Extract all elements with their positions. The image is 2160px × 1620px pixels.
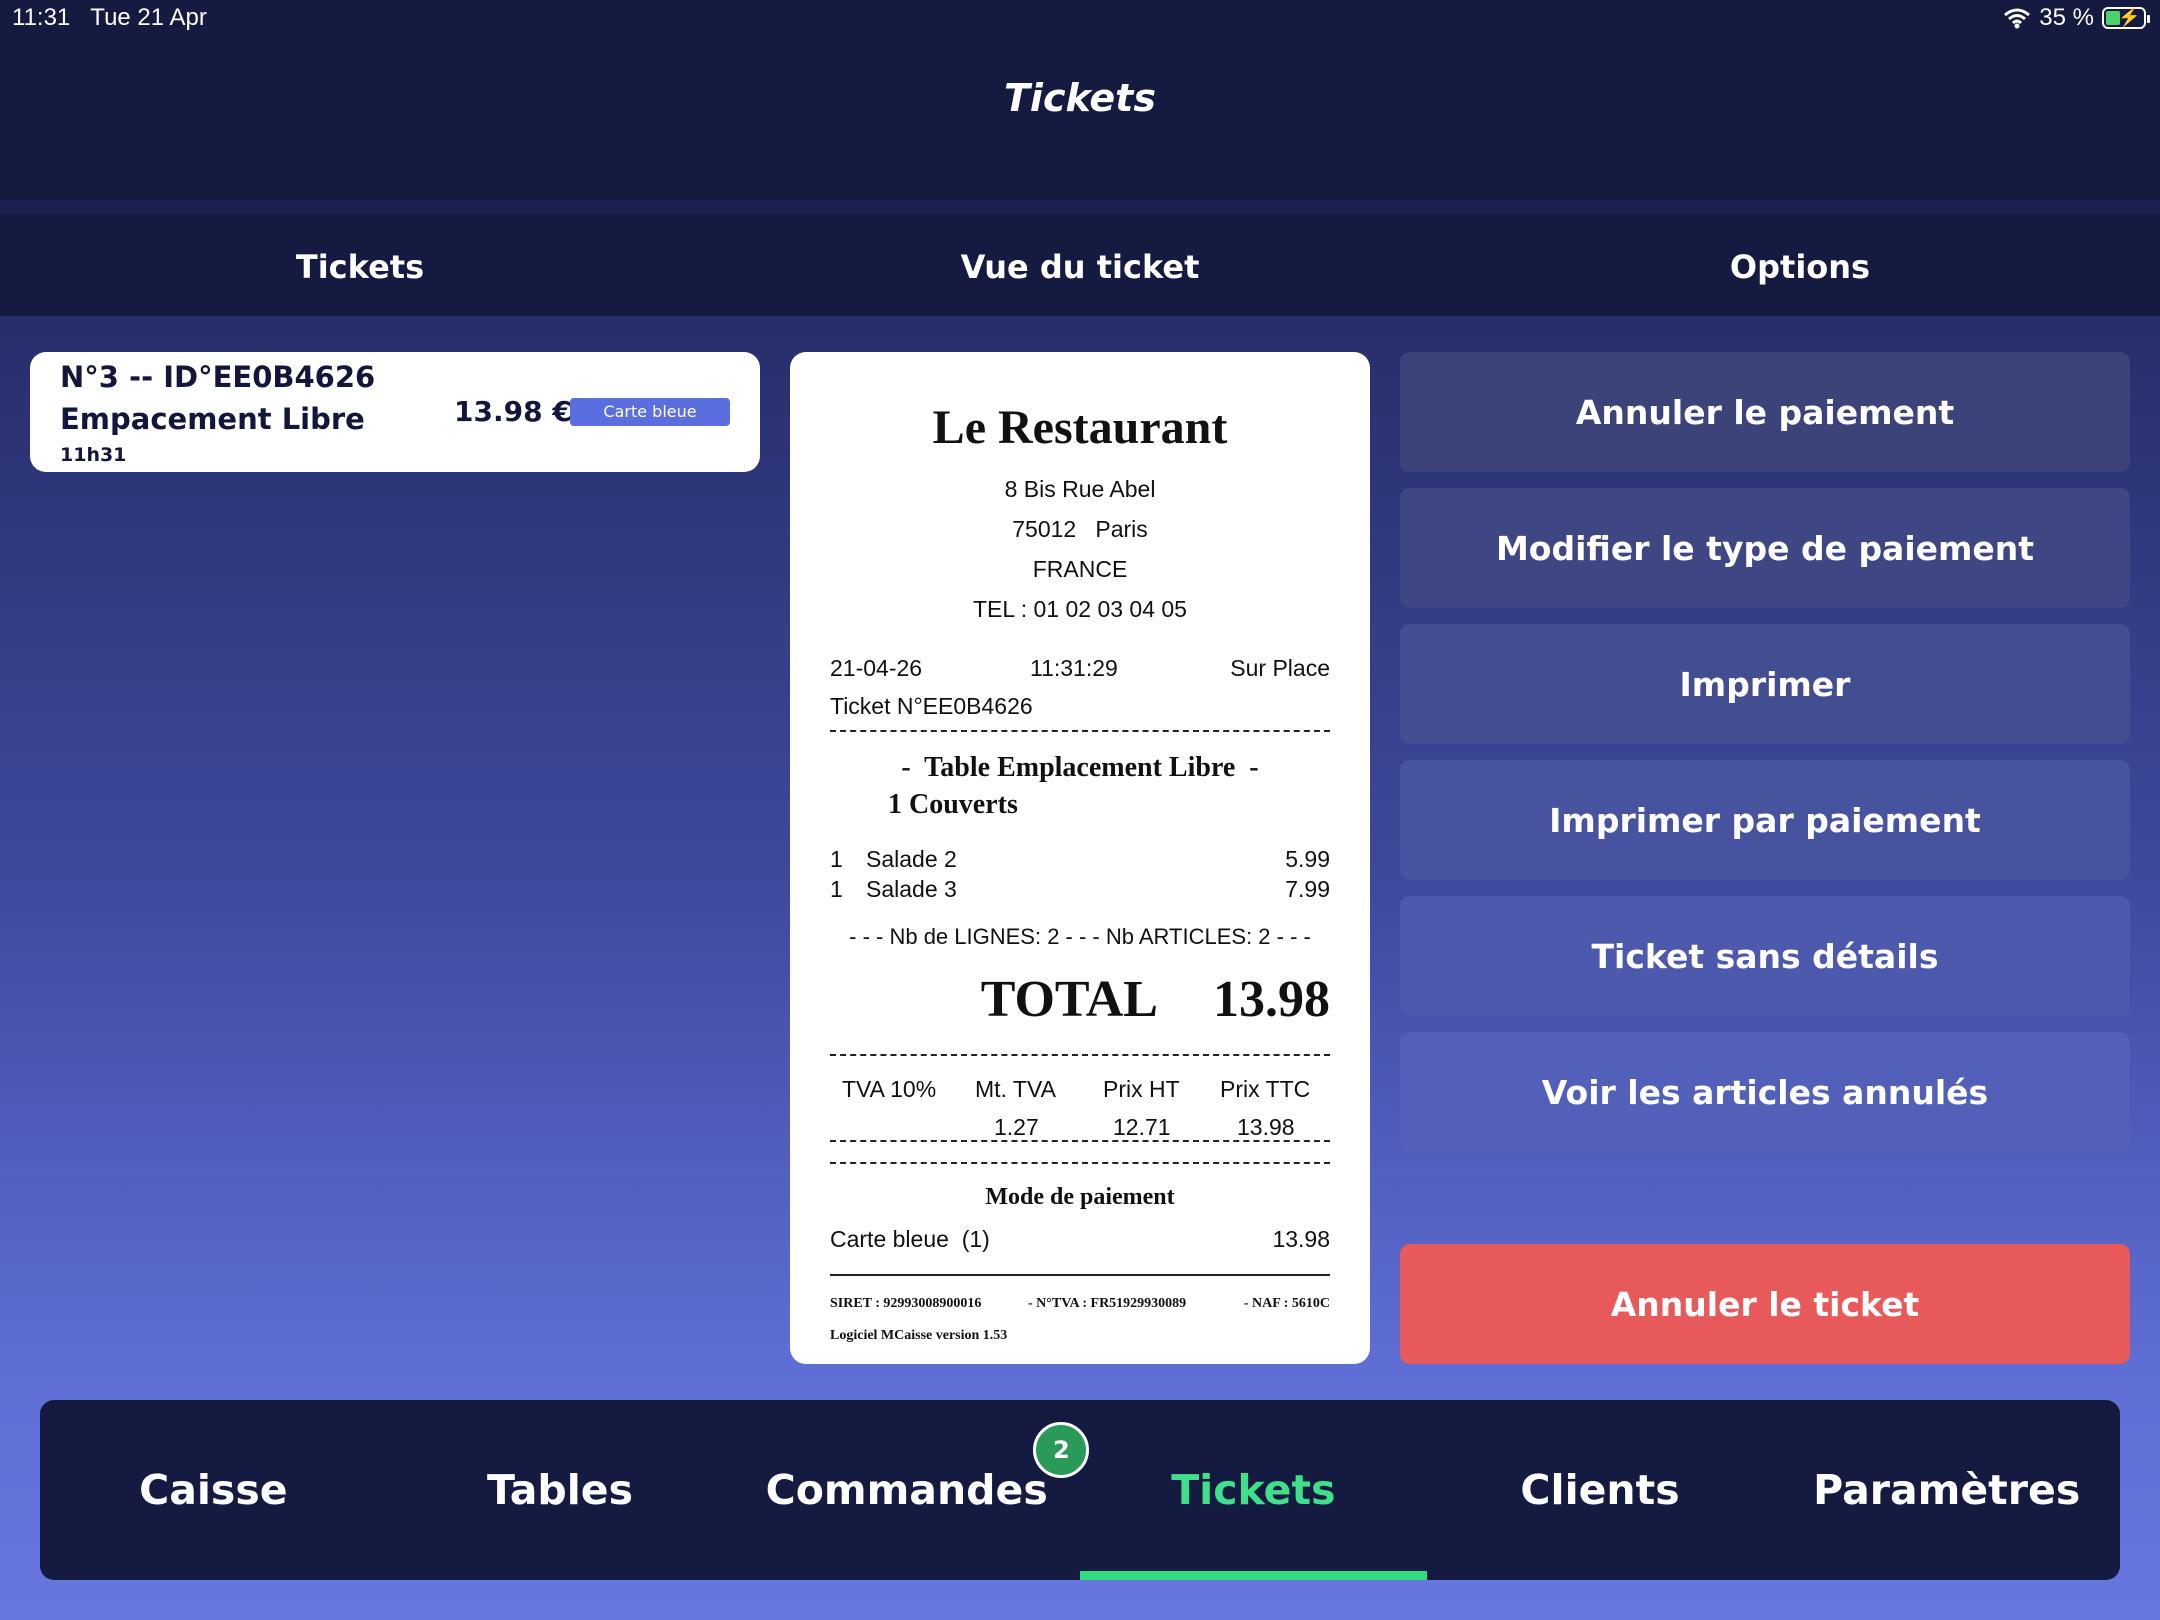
cancel-payment-button[interactable]: Annuler le paiement — [1400, 352, 2130, 472]
nav-tickets[interactable]: Tickets — [1080, 1400, 1427, 1580]
address-country: FRANCE — [1032, 556, 1128, 582]
nav-commandes-label: Commandes — [765, 1466, 1048, 1514]
divider — [830, 1162, 1330, 1164]
column-headers: Tickets Vue du ticket Options — [0, 214, 2160, 316]
bottom-navigation: Caisse Tables Commandes 2 Tickets Client… — [40, 1400, 2120, 1580]
software-version: Logiciel MCaisse version 1.53 — [830, 1328, 1008, 1343]
ticket-without-details-button[interactable]: Ticket sans détails — [1400, 896, 2130, 1016]
print-per-payment-button[interactable]: Imprimer par paiement — [1400, 760, 2130, 880]
nav-parametres[interactable]: Paramètres — [1773, 1400, 2120, 1580]
change-payment-type-button[interactable]: Modifier le type de paiement — [1400, 488, 2130, 608]
page-title: Tickets — [1004, 76, 1156, 120]
address-line-2: 75012 Paris — [1012, 516, 1148, 542]
tva-number: - N°TVA : FR51929930089 — [1028, 1296, 1187, 1311]
ticket-amount: 13.98 € — [454, 395, 572, 428]
nav-tables[interactable]: Tables — [387, 1400, 734, 1580]
item-qty: 1 — [830, 876, 843, 902]
restaurant-name: Le Restaurant — [932, 401, 1228, 454]
total-label: TOTAL — [980, 971, 1158, 1028]
ticket-number: Ticket N°EE0B4626 — [830, 693, 1033, 719]
ticket-time: 11h31 — [60, 444, 127, 466]
battery-percent: 35 % — [2039, 4, 2094, 31]
covers-count: 1 Couverts — [888, 789, 1018, 820]
status-bar-right: 35 % ⚡ — [2003, 4, 2150, 32]
payment-amount: 13.98 — [1272, 1226, 1330, 1252]
column-header-options: Options — [1729, 248, 1871, 286]
tax-value-ttc: 13.98 — [1237, 1114, 1295, 1140]
wifi-icon — [2004, 8, 2031, 29]
divider-solid — [830, 1274, 1330, 1276]
tax-header-ht: Prix HT — [1103, 1076, 1180, 1102]
address-line-1: 8 Bis Rue Abel — [1004, 476, 1156, 502]
total-value: 13.98 — [1213, 971, 1330, 1028]
view-cancelled-items-button[interactable]: Voir les articles annulés — [1400, 1032, 2130, 1152]
item-qty: 1 — [830, 846, 843, 872]
receipt-date: 21-04-26 — [830, 655, 923, 681]
naf-code: - NAF : 5610C — [1243, 1296, 1330, 1311]
ticket-card[interactable]: N°3 -- ID°EE0B4626 Empacement Libre 11h3… — [30, 352, 760, 472]
item-name: Salade 2 — [866, 846, 957, 872]
tax-header-ttc: Prix TTC — [1220, 1076, 1311, 1102]
status-time: 11:31 — [12, 4, 71, 31]
item-price: 5.99 — [1285, 846, 1330, 872]
payment-mode-title: Mode de paiement — [985, 1184, 1175, 1210]
siret-number: SIRET : 92993008900016 — [830, 1296, 982, 1311]
nav-clients[interactable]: Clients — [1427, 1400, 1774, 1580]
ticket-table: Empacement Libre — [60, 402, 365, 436]
line-article-counts: - - - Nb de LIGNES: 2 - - - Nb ARTICLES:… — [849, 924, 1311, 949]
tax-value-amount: 1.27 — [994, 1114, 1039, 1140]
service-type: Sur Place — [1230, 655, 1330, 681]
divider — [830, 1054, 1330, 1056]
receipt-time: 11:31:29 — [1030, 655, 1118, 681]
battery-icon: ⚡ — [2102, 7, 2150, 29]
tax-value-ht: 12.71 — [1113, 1114, 1171, 1140]
payment-badge: Carte bleue — [570, 398, 730, 426]
payment-method: Carte bleue (1) — [830, 1226, 990, 1252]
phone-number: TEL : 01 02 03 04 05 — [973, 596, 1187, 622]
column-header-tickets: Tickets — [295, 248, 425, 286]
cancel-ticket-button[interactable]: Annuler le ticket — [1400, 1244, 2130, 1364]
divider — [830, 730, 1330, 732]
nav-tickets-label: Tickets — [1171, 1466, 1336, 1514]
status-bar-time: 11:31 Tue 21 Apr — [12, 4, 207, 32]
column-header-ticket-view: Vue du ticket — [960, 248, 1200, 286]
tax-header-amount: Mt. TVA — [975, 1076, 1056, 1102]
receipt-view: Le Restaurant 8 Bis Rue Abel 75012 Paris… — [790, 352, 1370, 1364]
table-name: - Table Emplacement Libre - — [901, 752, 1259, 783]
nav-commandes[interactable]: Commandes 2 — [733, 1400, 1090, 1580]
status-date: Tue 21 Apr — [90, 4, 207, 31]
item-name: Salade 3 — [866, 876, 957, 902]
active-tab-indicator — [1080, 1571, 1427, 1580]
item-price: 7.99 — [1285, 876, 1330, 902]
tax-header-rate: TVA 10% — [842, 1076, 937, 1102]
ticket-id: N°3 -- ID°EE0B4626 — [60, 360, 376, 394]
header-separator — [0, 200, 2160, 214]
nav-caisse[interactable]: Caisse — [40, 1400, 387, 1580]
print-button[interactable]: Imprimer — [1400, 624, 2130, 744]
